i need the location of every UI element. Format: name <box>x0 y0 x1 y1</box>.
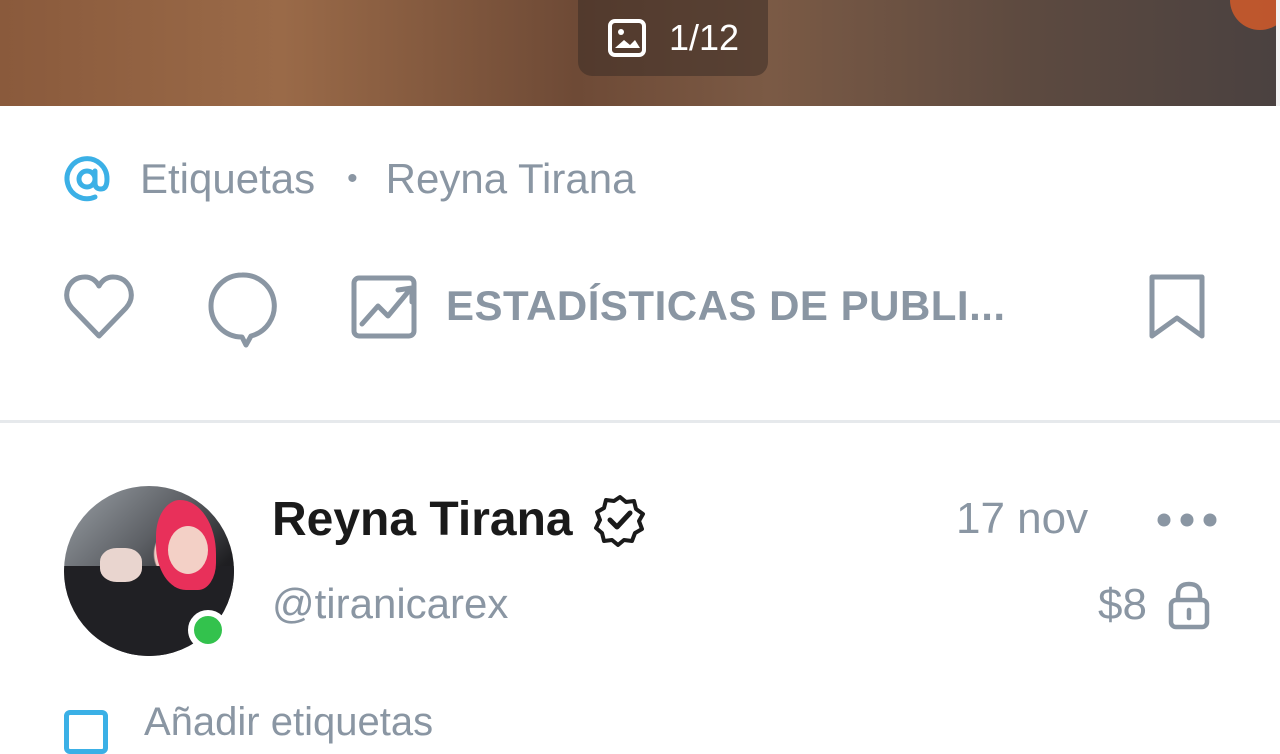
lock-icon <box>1168 581 1210 630</box>
price-label: $8 <box>1098 580 1147 629</box>
stats-icon <box>351 275 417 339</box>
section-divider <box>0 420 1280 423</box>
post-price: $8 <box>1098 580 1211 630</box>
tags-label[interactable]: Etiquetas <box>140 155 315 203</box>
add-tags-row[interactable]: Añadir etiquetas <box>64 700 433 754</box>
add-tags-label: Añadir etiquetas <box>144 700 434 744</box>
image-counter-text: 1/12 <box>668 17 740 58</box>
post-actions: ESTADÍSTICAS DE PUBLI... <box>0 268 1280 348</box>
tags-row: Etiquetas • Reyna Tirana <box>62 150 635 208</box>
tags-separator: • <box>347 162 358 195</box>
author-name[interactable]: Reyna Tirana <box>272 492 573 547</box>
avatar-face <box>168 526 208 574</box>
media-edge <box>1276 0 1280 106</box>
verified-icon <box>593 494 645 547</box>
author-name-row[interactable]: Reyna Tirana <box>272 492 647 547</box>
author-handle[interactable]: @tiranicarex <box>272 580 508 628</box>
comment-icon[interactable] <box>206 270 278 348</box>
heart-icon[interactable] <box>62 272 136 342</box>
post-stats-label: ESTADÍSTICAS DE PUBLI... <box>446 282 1006 329</box>
image-icon <box>607 19 646 57</box>
post-date: 17 nov <box>956 494 1089 543</box>
tagged-user-link[interactable]: Reyna Tirana <box>386 155 636 203</box>
image-counter: 1/12 <box>578 0 768 76</box>
more-icon[interactable] <box>1156 508 1218 532</box>
media-carousel[interactable]: 1/12 <box>0 0 1280 106</box>
at-icon <box>64 156 110 202</box>
media-highlight <box>1230 0 1280 30</box>
avatar-hand <box>100 548 142 582</box>
add-tag-icon <box>64 710 108 754</box>
online-status-dot <box>188 610 228 650</box>
bookmark-icon[interactable] <box>1146 272 1208 342</box>
post-stats-button[interactable]: ESTADÍSTICAS DE PUBLI... <box>350 272 1006 340</box>
